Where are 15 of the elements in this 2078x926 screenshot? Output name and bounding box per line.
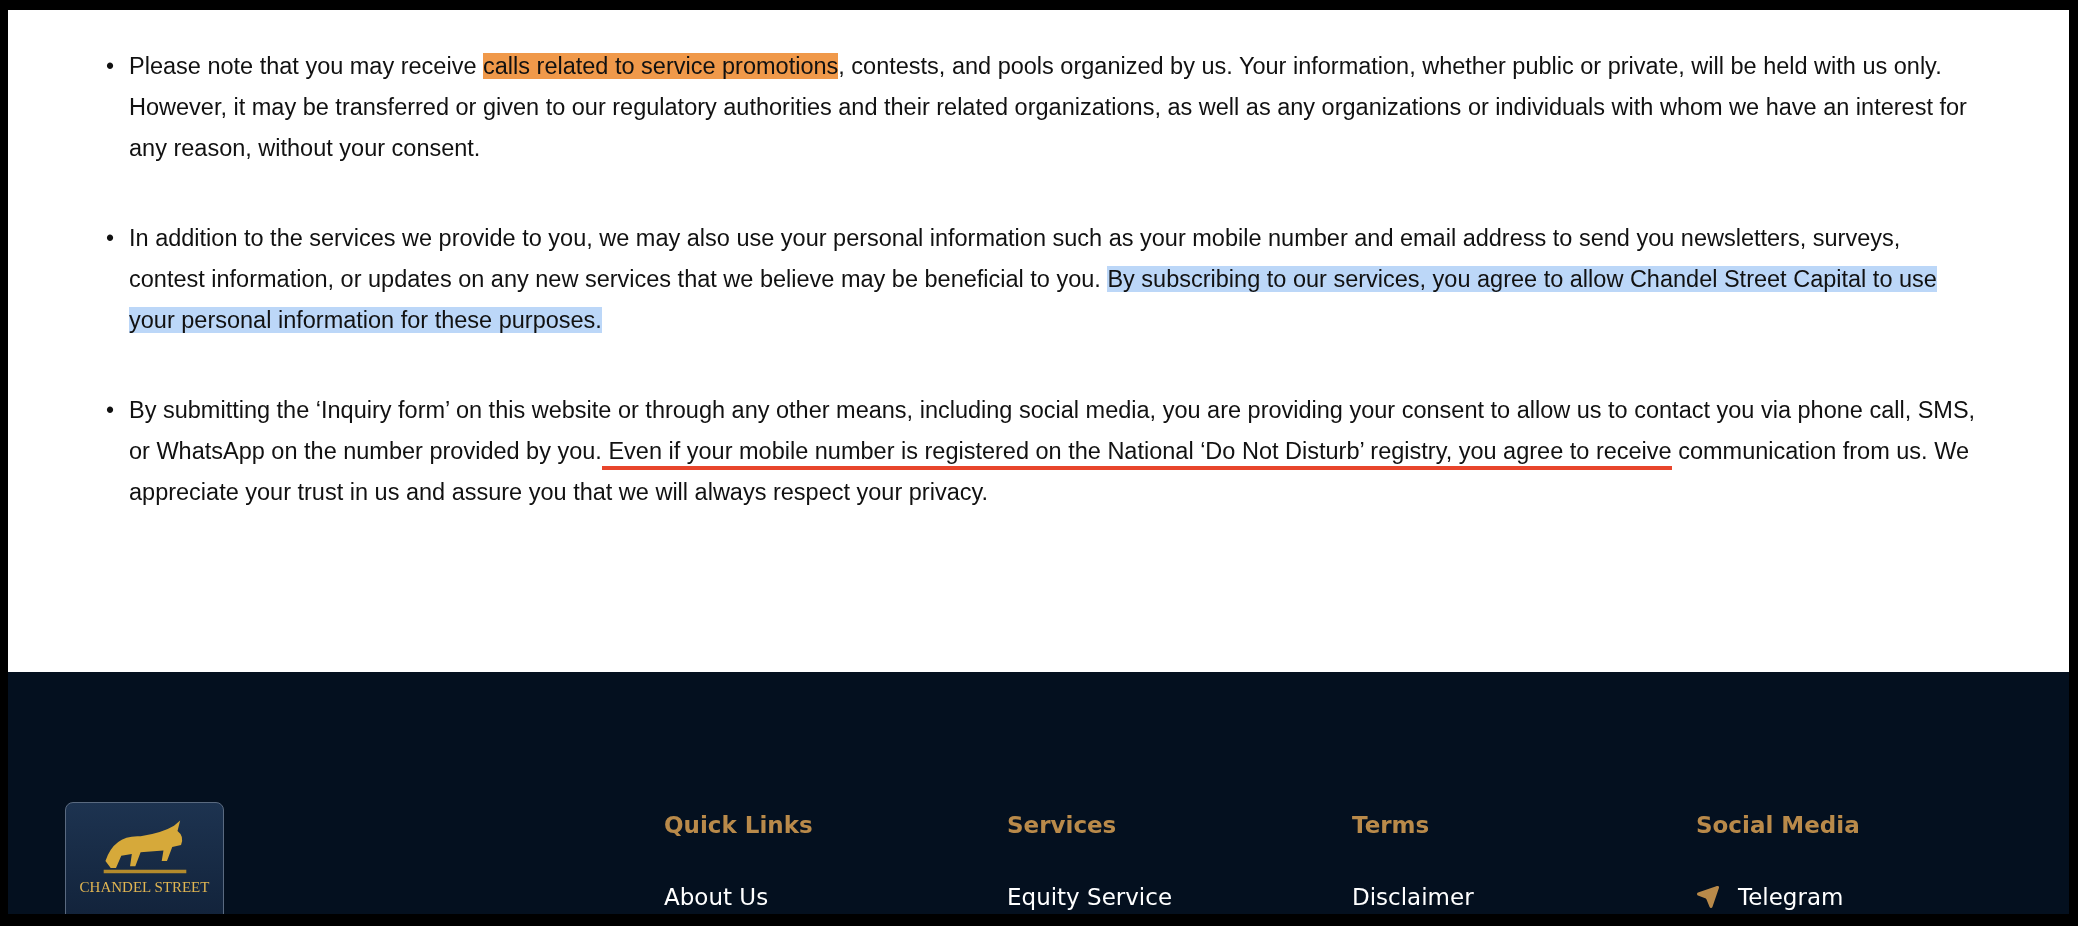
bullet: • [106,396,116,425]
footer-link[interactable]: About Us [664,884,769,910]
column-heading: Terms [1352,812,1431,838]
telegram-link[interactable]: Telegram [1696,884,1844,910]
bullet: • [106,224,116,253]
paper-plane-icon [1696,885,1720,909]
bullet: • [106,52,116,81]
column-heading: Quick Links [664,812,814,838]
policy-paragraph: Please note that you may receive calls related to service promotions, contests, and pools organized by us. Your information, whether public or private, will be held with us only. However, it may be transferred or given to our regulatory authorities and their related organizations, as well as any organizations or individuals with whom we have an interest for any reason, without your consent. [129,52,1968,163]
footer-link[interactable]: Equity Service [1007,884,1173,910]
column-heading: Services [1007,812,1118,838]
footer-link[interactable]: Disclaimer [1352,884,1474,910]
policy-paragraph: By submitting the ‘Inquiry form’ on this website or through any other means, including social media, you are providing your consent to allow us to contact you via phone call, SMS, or WhatsApp on the number provided by you. Even if your mobile number is registered on the National ‘Do Not Disturb’ registry, you agree to receive communication from us. We appreciate your trust in us and assure you that we will always respect your privacy. [129,396,1977,507]
column-heading: Social Media [1696,812,1861,838]
logo-text: CHANDEL STREET [79,879,210,896]
